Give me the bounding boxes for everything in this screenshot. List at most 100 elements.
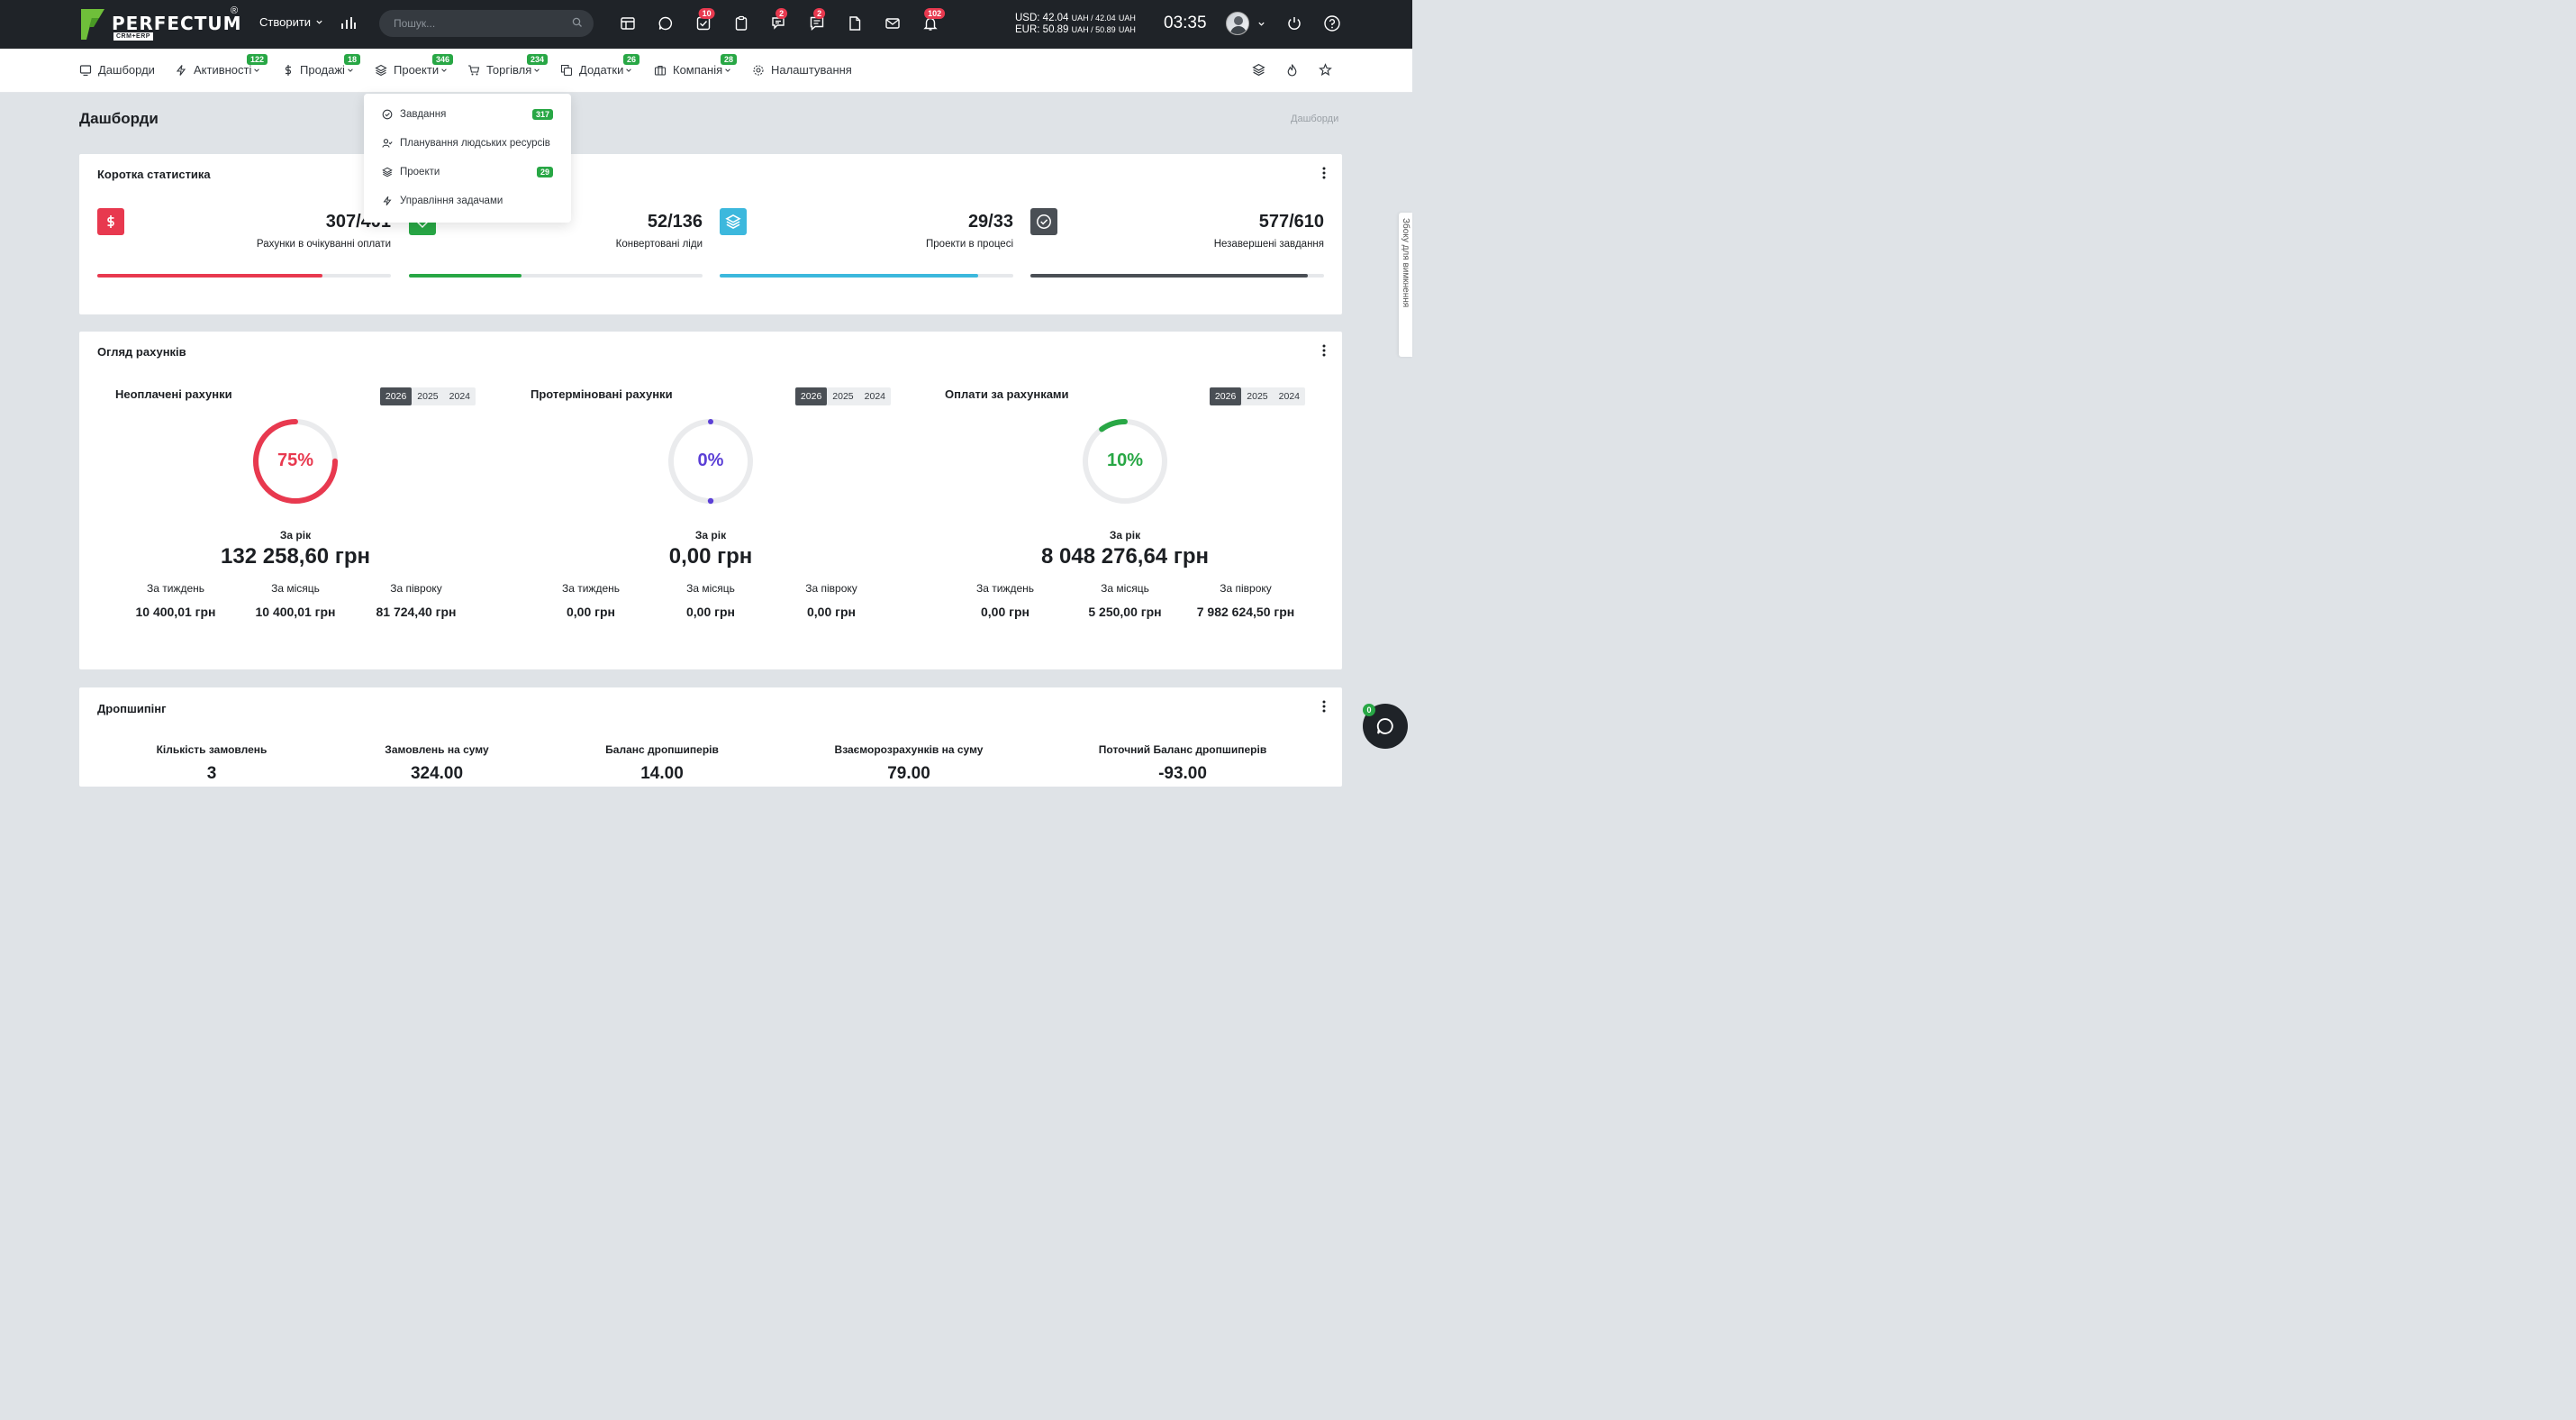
stack-button[interactable] xyxy=(1252,63,1265,81)
menu-settings-label: Налаштування xyxy=(771,63,852,77)
half-year-column: За півроку 7 982 624,50 грн xyxy=(1196,582,1295,619)
menu-projects[interactable]: Проекти 346 xyxy=(375,54,454,77)
year-switcher: 2026 2025 2024 xyxy=(1209,387,1305,405)
user-chevron-down-icon[interactable] xyxy=(1257,20,1265,28)
chat-button[interactable] xyxy=(656,14,676,33)
week-column: За тиждень 0,00 грн xyxy=(561,582,621,619)
card-title: Огляд рахунків xyxy=(97,345,186,359)
discussions-button[interactable]: 2 xyxy=(769,8,789,33)
clipboard-button[interactable] xyxy=(731,14,751,33)
create-button[interactable]: Створити xyxy=(259,15,323,29)
brand-sub: CRM+ERP xyxy=(113,32,153,41)
files-button[interactable] xyxy=(845,14,865,33)
calendar-button[interactable] xyxy=(618,14,638,33)
menu-activities-label: Активності xyxy=(194,63,252,77)
kebab-menu-icon[interactable] xyxy=(1322,167,1326,179)
year-tab-2025[interactable]: 2025 xyxy=(827,387,858,405)
year-value: 8 048 276,64 грн xyxy=(1041,544,1209,569)
year-tab-2026[interactable]: 2026 xyxy=(794,387,828,405)
dropdown-item-label: Завдання xyxy=(400,109,447,120)
year-tab-2024[interactable]: 2024 xyxy=(1274,387,1305,405)
monitor-icon xyxy=(79,64,92,76)
chevron-down-icon xyxy=(254,68,260,72)
menu-company-label: Компанія xyxy=(673,63,723,77)
dropdown-item-task-management[interactable]: Управління задачами xyxy=(382,196,553,206)
side-panel-tab[interactable]: Збоку для вимкнення xyxy=(1399,213,1412,357)
main-menu: Дашборди Активності 122 Продажі 18 Проек… xyxy=(0,49,1412,93)
currency-rates: USD: 42.04 UAH / 42.04 UAH EUR: 50.89 UA… xyxy=(1015,13,1136,36)
chevron-down-icon xyxy=(441,68,447,72)
progress-fill xyxy=(1030,274,1309,278)
top-bar: PERFECTUM ® CRM+ERP Створити 10 2 2 xyxy=(0,0,1412,49)
chat-bubble-icon xyxy=(1376,718,1393,734)
month-column: За місяць 0,00 грн xyxy=(686,582,735,619)
year-label: За рік xyxy=(279,529,312,542)
clipboard-icon xyxy=(735,15,748,31)
year-tab-2026[interactable]: 2026 xyxy=(1209,387,1242,405)
year-tab-2025[interactable]: 2025 xyxy=(1241,387,1273,405)
stat-label: Проекти в процесі xyxy=(926,239,1013,250)
dropdown-item-label: Управління задачами xyxy=(400,196,503,206)
menu-trade[interactable]: Торгівля 234 xyxy=(467,54,549,77)
chevron-down-icon xyxy=(348,68,353,72)
kebab-menu-icon[interactable] xyxy=(1322,344,1326,357)
dropdown-item-label: Проекти xyxy=(400,167,440,178)
menu-sales[interactable]: Продажі 18 xyxy=(283,54,361,77)
search-input[interactable] xyxy=(394,17,565,30)
dropdown-item-hr-planning[interactable]: Планування людських ресурсів xyxy=(382,138,553,149)
clock: 03:35 xyxy=(1164,14,1207,32)
year-tab-2024[interactable]: 2024 xyxy=(859,387,891,405)
brand-name: PERFECTUM xyxy=(112,13,242,34)
reports-chart-button[interactable] xyxy=(340,14,357,35)
notifications-button[interactable]: 102 xyxy=(921,8,946,33)
ring-percent: 10% xyxy=(1106,451,1144,470)
favorites-button[interactable] xyxy=(1319,63,1332,81)
tasks-button[interactable]: 10 xyxy=(694,8,715,33)
hot-button[interactable] xyxy=(1285,63,1299,81)
progress-fill xyxy=(409,274,522,278)
menu-settings[interactable]: Налаштування xyxy=(752,63,852,77)
mail-button[interactable] xyxy=(883,14,903,33)
year-switcher: 2026 2025 2024 xyxy=(794,387,891,405)
layers-icon xyxy=(382,167,393,178)
check-circle-icon xyxy=(1030,208,1057,235)
layers-icon xyxy=(375,64,387,76)
search-box xyxy=(379,10,594,37)
invoice-block: Оплати за рахунками 2026 2025 2024 10% За рік… xyxy=(945,378,1305,631)
menu-addons[interactable]: Додатки 26 xyxy=(560,54,640,77)
flame-icon xyxy=(1287,64,1297,77)
year-tab-2025[interactable]: 2025 xyxy=(412,387,443,405)
live-chat-badge: 0 xyxy=(1363,704,1375,716)
menu-activities[interactable]: Активності 122 xyxy=(175,54,268,77)
menu-addons-badge: 26 xyxy=(623,54,640,65)
search-icon[interactable] xyxy=(572,17,583,28)
check-circle-icon xyxy=(382,109,393,120)
menu-company-badge: 28 xyxy=(721,54,738,65)
lightning-icon xyxy=(176,64,186,76)
live-chat-button[interactable]: 0 xyxy=(1363,704,1408,749)
user-avatar[interactable] xyxy=(1226,12,1249,35)
help-button[interactable] xyxy=(1322,14,1342,33)
chevron-down-icon xyxy=(626,68,632,72)
brand-logo[interactable]: PERFECTUM ® CRM+ERP xyxy=(79,5,242,41)
stat-projects-in-progress: 29/33 Проекти в процесі xyxy=(720,206,1013,278)
dropdown-item-tasks[interactable]: Завдання 317 xyxy=(382,109,553,120)
dropdown-item-projects[interactable]: Проекти 29 xyxy=(382,167,553,178)
year-tab-2026[interactable]: 2026 xyxy=(379,387,413,405)
progress-ring: 75% xyxy=(250,416,340,506)
ring-percent: 0% xyxy=(697,451,724,470)
year-label: За рік xyxy=(1109,529,1141,542)
breadcrumb[interactable]: Дашборди xyxy=(1291,114,1338,124)
briefcase-icon xyxy=(654,65,667,76)
year-tab-2024[interactable]: 2024 xyxy=(444,387,476,405)
kebab-menu-icon[interactable] xyxy=(1322,700,1326,713)
logout-button[interactable] xyxy=(1284,14,1304,33)
menu-addons-label: Додатки xyxy=(579,63,624,77)
menu-dashboards[interactable]: Дашборди xyxy=(79,63,155,77)
messages-button[interactable]: 2 xyxy=(807,8,827,33)
invoice-title: Неоплачені рахунки xyxy=(115,387,232,401)
gear-icon xyxy=(753,64,764,76)
card-title: Дропшипінг xyxy=(97,702,167,715)
progress-track xyxy=(720,274,1013,278)
menu-company[interactable]: Компанія 28 xyxy=(654,54,738,77)
